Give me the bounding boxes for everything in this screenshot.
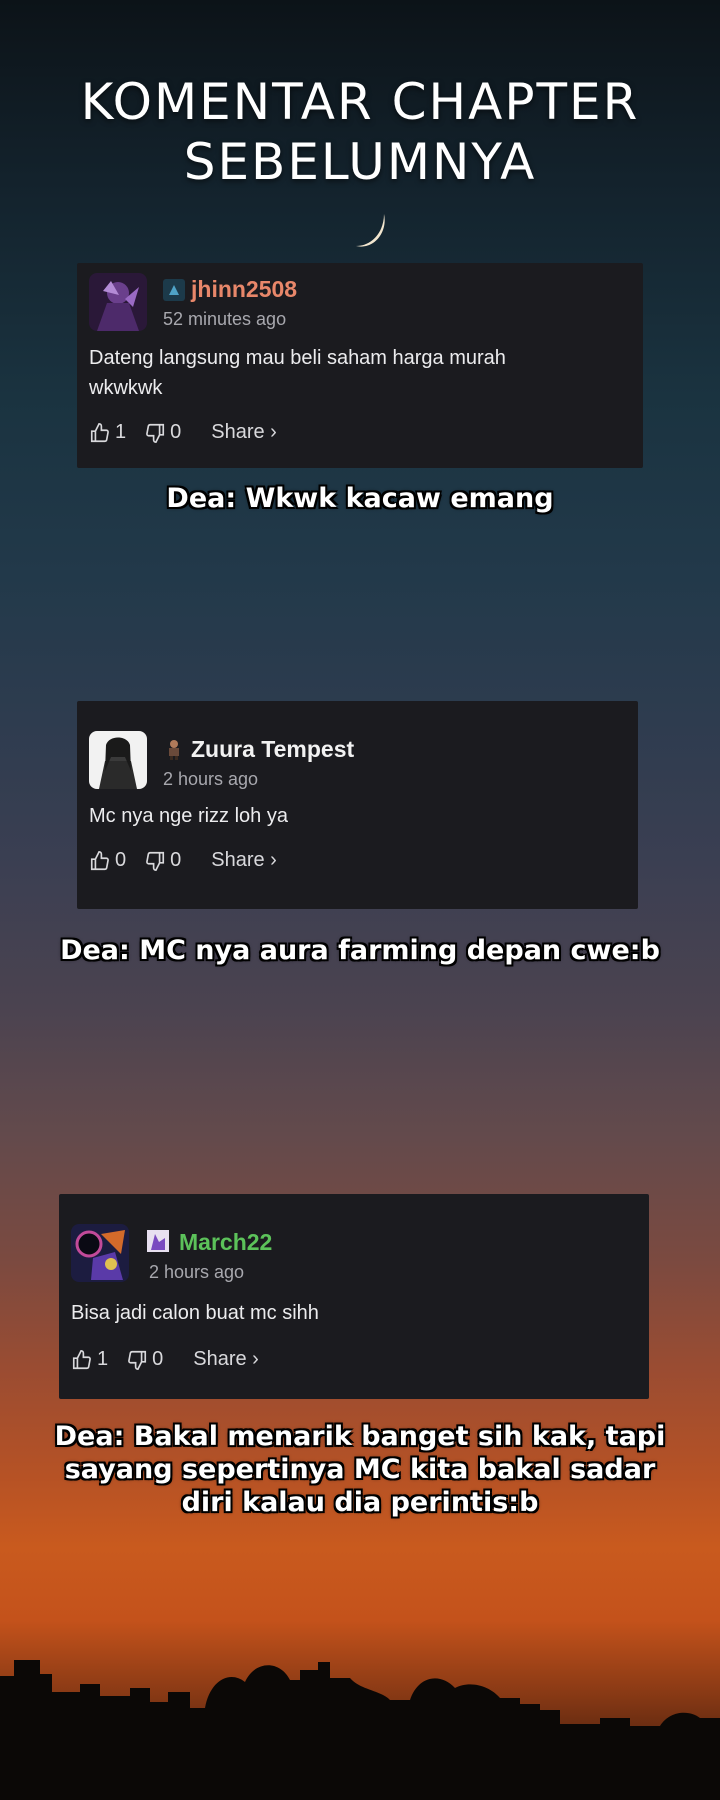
timestamp: 2 hours ago [163, 769, 259, 789]
avatar[interactable] [89, 731, 147, 789]
username[interactable]: jhinn2508 [191, 276, 297, 303]
thumbs-up-icon [90, 850, 109, 870]
avatar[interactable] [89, 273, 147, 331]
user-badge-icon [163, 279, 185, 301]
like-button[interactable]: 0 [89, 849, 126, 872]
username[interactable]: March22 [179, 1229, 272, 1256]
thumbs-up-icon [72, 1349, 91, 1369]
avatar[interactable] [71, 1224, 129, 1282]
reply-text-1: Dea: Wkwk kacaw emang [20, 482, 700, 515]
comment-actions: 0 0 Share › [89, 849, 277, 872]
dislike-count: 0 [170, 849, 182, 871]
share-label: Share › [193, 1348, 259, 1370]
dislike-count: 0 [170, 421, 182, 443]
title-line-2: SEBELUMNYA [183, 133, 537, 191]
share-button[interactable]: Share › [211, 849, 277, 872]
share-label: Share › [211, 421, 277, 443]
user-badge-icon [169, 740, 179, 760]
comment-text: Bisa jadi calon buat mc sihh [71, 1298, 631, 1328]
dislike-count: 0 [152, 1348, 164, 1370]
timestamp: 52 minutes ago [163, 309, 287, 329]
timestamp: 2 hours ago [149, 1262, 245, 1282]
user-badge-icon [147, 1230, 169, 1252]
comment-line: Mc nya nge rizz loh ya [89, 805, 288, 827]
comment-line: Bisa jadi calon buat mc sihh [71, 1302, 319, 1324]
comment-card-3: March22 2 hours ago Bisa jadi calon buat… [59, 1194, 649, 1399]
like-count: 1 [115, 421, 127, 443]
share-button[interactable]: Share › [193, 1348, 259, 1371]
share-button[interactable]: Share › [211, 421, 277, 444]
like-count: 0 [115, 849, 127, 871]
moon-icon [356, 214, 385, 247]
page-title: KOMENTAR CHAPTER SEBELUMNYA [0, 72, 720, 192]
username[interactable]: Zuura Tempest [191, 736, 354, 763]
dislike-button[interactable]: 0 [144, 849, 181, 872]
thumbs-down-icon [146, 423, 165, 443]
like-button[interactable]: 1 [89, 421, 126, 444]
thumbs-up-icon [90, 422, 109, 442]
title-line-1: KOMENTAR CHAPTER [80, 73, 640, 131]
reply-line: Dea: Bakal menarik banget sih kak, tapi [54, 1421, 666, 1452]
comment-text: Dateng langsung mau beli saham harga mur… [89, 343, 629, 403]
comment-actions: 1 0 Share › [71, 1348, 259, 1371]
reply-line: Dea: Wkwk kacaw emang [166, 483, 554, 514]
dislike-button[interactable]: 0 [126, 1348, 163, 1371]
like-count: 1 [97, 1348, 109, 1370]
reply-line: Dea: MC nya aura farming depan cwe:b [60, 935, 660, 966]
reply-text-3: Dea: Bakal menarik banget sih kak, tapi … [20, 1420, 700, 1519]
thumbs-down-icon [146, 851, 165, 871]
comment-line: Dateng langsung mau beli saham harga mur… [89, 347, 506, 369]
dislike-button[interactable]: 0 [144, 421, 181, 444]
like-button[interactable]: 1 [71, 1348, 108, 1371]
thumbs-down-icon [128, 1350, 147, 1370]
share-label: Share › [211, 849, 277, 871]
reply-line: diri kalau dia perintis:b [181, 1487, 539, 1518]
reply-line: sayang sepertinya MC kita bakal sadar [64, 1454, 656, 1485]
city-skyline [0, 1660, 720, 1800]
comment-actions: 1 0 Share › [89, 421, 277, 444]
comment-line: wkwkwk [89, 377, 163, 399]
reply-text-2: Dea: MC nya aura farming depan cwe:b [20, 934, 700, 967]
comment-card-2: Zuura Tempest 2 hours ago Mc nya nge riz… [77, 701, 638, 909]
comment-text: Mc nya nge rizz loh ya [89, 801, 629, 831]
comment-card-1: jhinn2508 52 minutes ago Dateng langsung… [77, 263, 643, 468]
